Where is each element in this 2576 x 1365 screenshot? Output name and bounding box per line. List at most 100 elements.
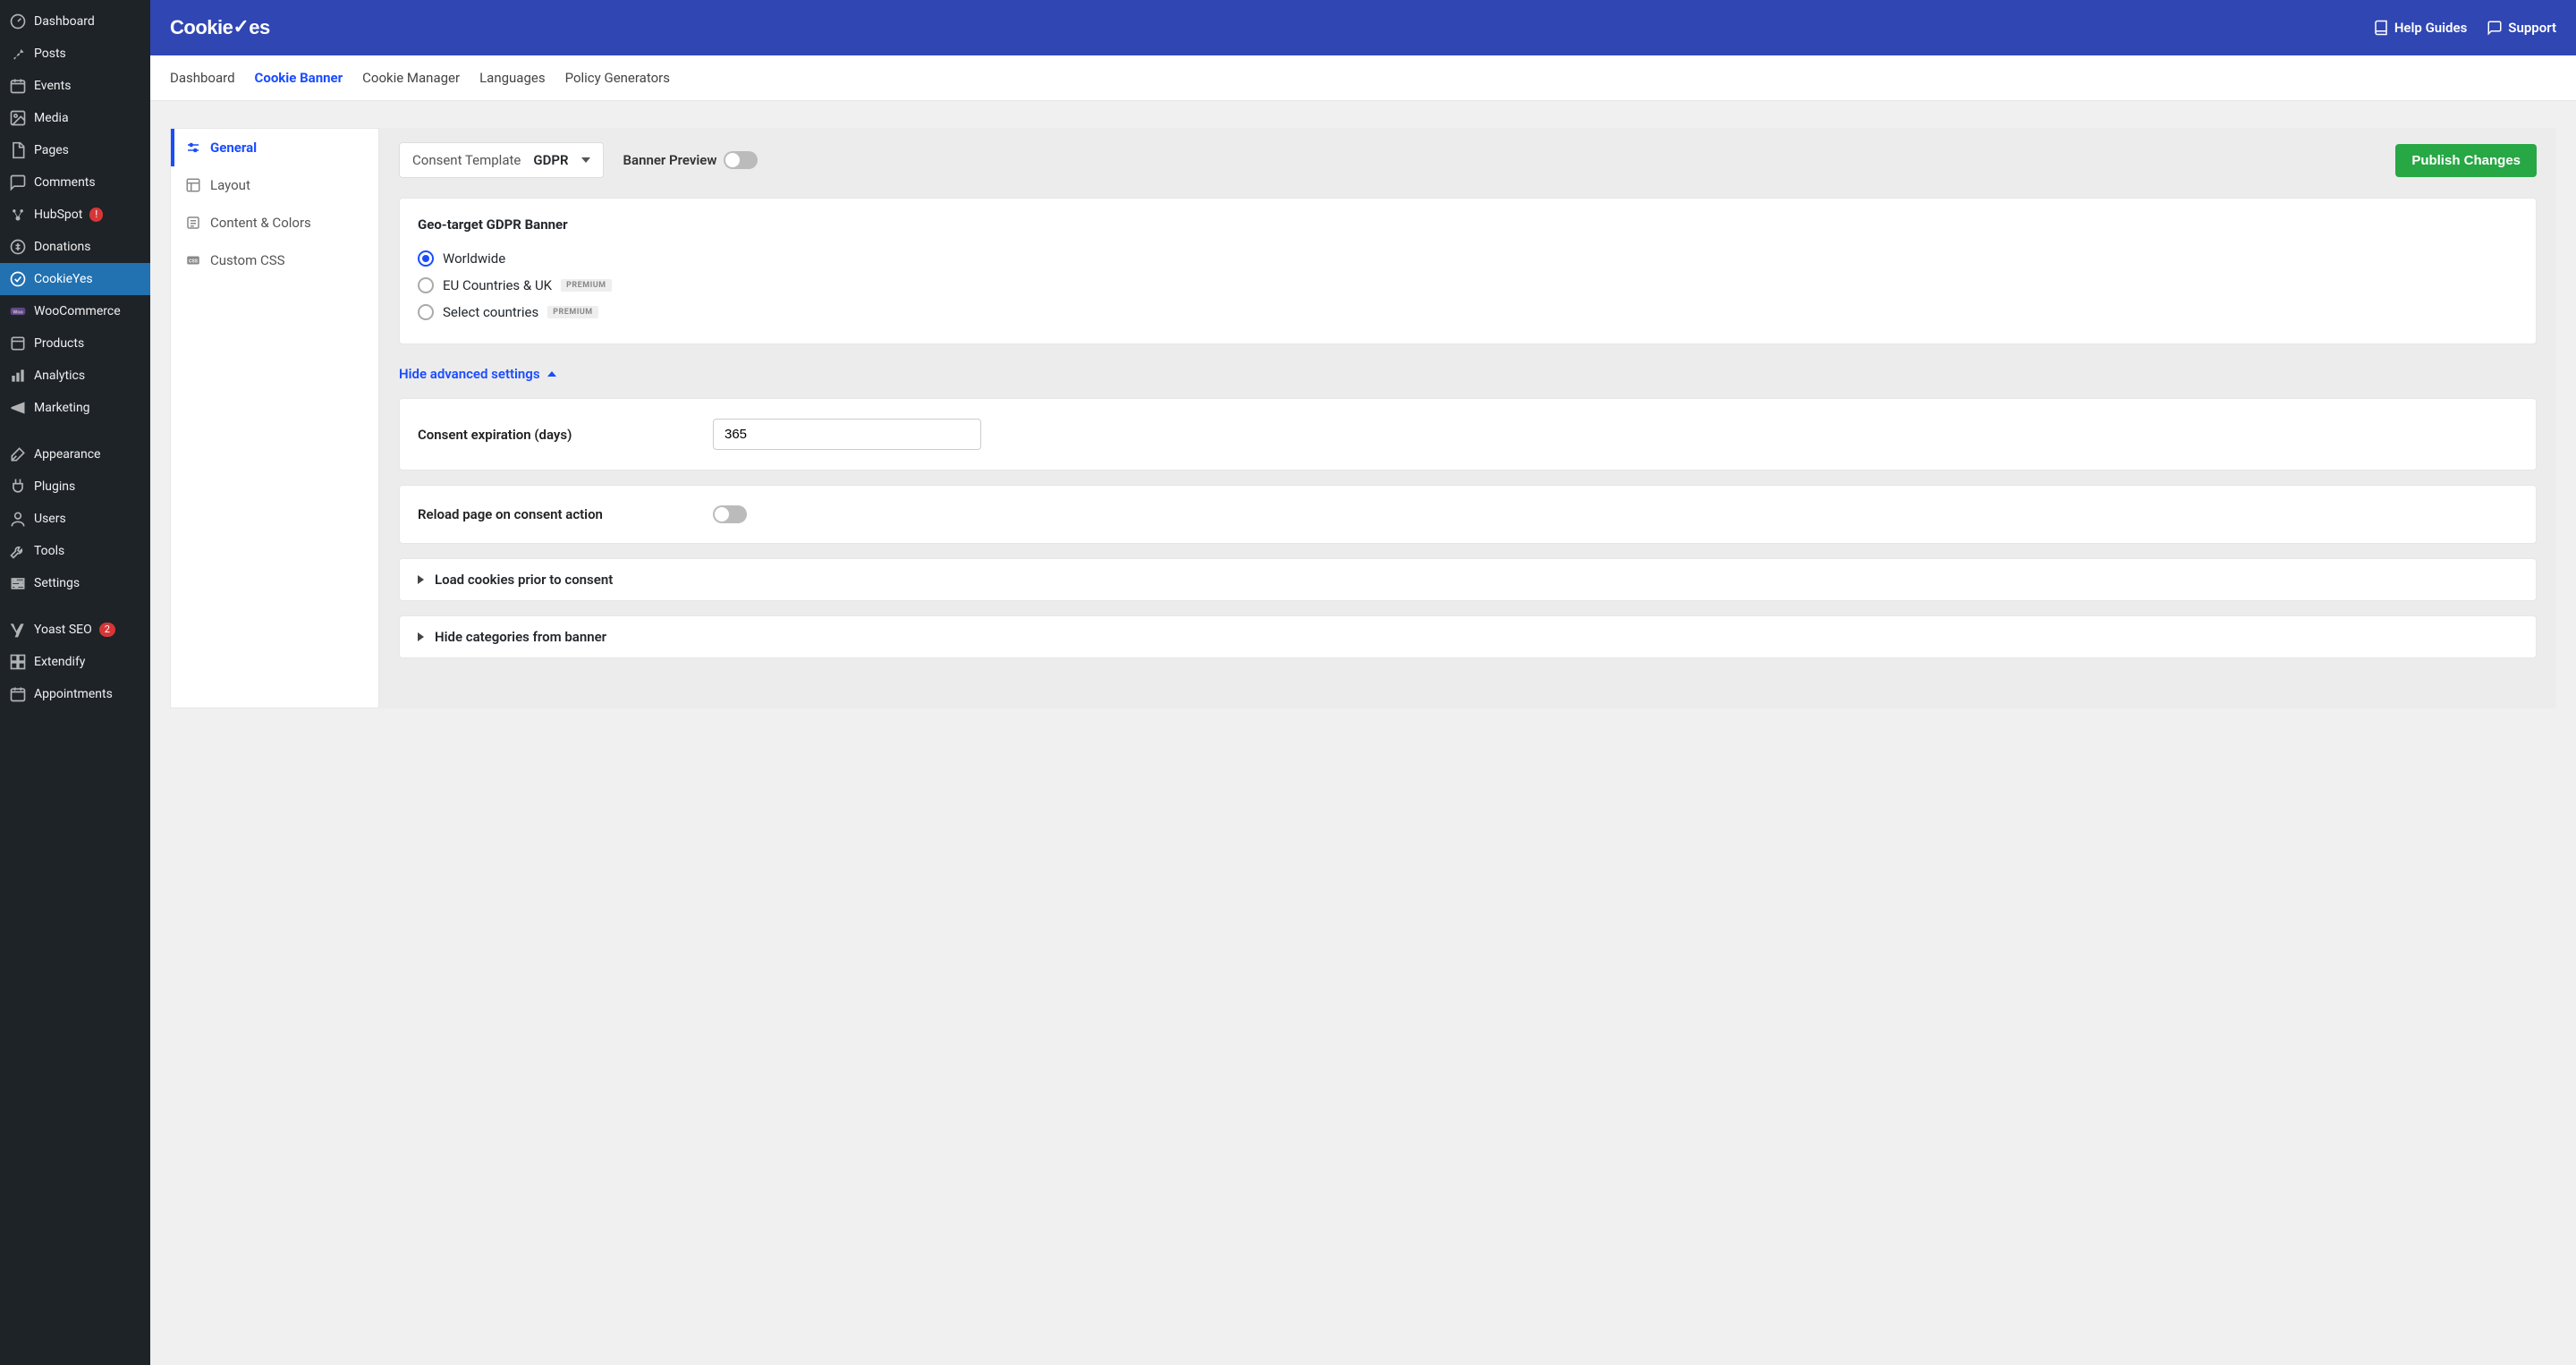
- wp-menu-pages[interactable]: Pages: [0, 134, 150, 166]
- wp-menu-appointments[interactable]: Appointments: [0, 678, 150, 710]
- consent-expiration-row: Consent expiration (days): [399, 398, 2537, 471]
- wp-menu-label: Events: [34, 79, 71, 93]
- load-cookies-row[interactable]: Load cookies prior to consent: [399, 558, 2537, 601]
- subnav-dashboard[interactable]: Dashboard: [170, 68, 235, 88]
- wp-menu-dashboard[interactable]: Dashboard: [0, 5, 150, 38]
- users-icon: [9, 510, 27, 528]
- layout-icon: [185, 177, 201, 193]
- plugins-icon: [9, 478, 27, 496]
- radio-worldwide[interactable]: [418, 250, 434, 267]
- dashboard-icon: [9, 13, 27, 30]
- consent-expiration-input[interactable]: [713, 419, 981, 450]
- media-icon: [9, 109, 27, 127]
- wp-menu-label: HubSpot: [34, 208, 82, 222]
- wp-menu-label: Media: [34, 111, 69, 125]
- comment-icon: [9, 174, 27, 191]
- reload-on-consent-toggle[interactable]: [713, 505, 747, 523]
- section-label: Layout: [210, 177, 250, 193]
- wp-menu-label: Appearance: [34, 447, 100, 462]
- brand-logo: Cookie✓es: [170, 16, 270, 39]
- yoast-icon: [9, 621, 27, 639]
- wp-menu-label: WooCommerce: [34, 304, 121, 318]
- section-layout[interactable]: Layout: [171, 166, 378, 204]
- wp-menu-events[interactable]: Events: [0, 70, 150, 102]
- settings-icon: [9, 574, 27, 592]
- svg-text:Woo: Woo: [13, 310, 23, 316]
- hide-categories-row[interactable]: Hide categories from banner: [399, 615, 2537, 658]
- section-general[interactable]: General: [171, 129, 378, 166]
- publish-changes-button[interactable]: Publish Changes: [2395, 144, 2537, 177]
- cookieyes-icon: [9, 270, 27, 288]
- radio-eu-label: EU Countries & UK: [443, 277, 552, 293]
- notification-badge: 2: [99, 623, 115, 637]
- wp-menu-media[interactable]: Media: [0, 102, 150, 134]
- wp-menu-extendify[interactable]: Extendify: [0, 646, 150, 678]
- wp-menu-label: Yoast SEO: [34, 623, 92, 637]
- css-icon: CSS: [185, 252, 201, 268]
- wp-menu-hubspot[interactable]: HubSpot!: [0, 199, 150, 231]
- wp-menu-label: CookieYes: [34, 272, 93, 286]
- wp-menu-cookieyes[interactable]: CookieYes: [0, 263, 150, 295]
- wp-menu-users[interactable]: Users: [0, 503, 150, 535]
- wp-menu-label: Dashboard: [34, 14, 95, 29]
- wp-menu-label: Analytics: [34, 369, 85, 383]
- wp-menu-plugins[interactable]: Plugins: [0, 471, 150, 503]
- radio-worldwide-label: Worldwide: [443, 250, 505, 267]
- wp-menu-marketing[interactable]: Marketing: [0, 392, 150, 424]
- section-label: Content & Colors: [210, 215, 311, 231]
- wp-menu-label: Settings: [34, 576, 80, 590]
- geo-target-card: Geo-target GDPR Banner Worldwide EU Coun…: [399, 198, 2537, 344]
- help-guides-link[interactable]: Help Guides: [2373, 20, 2467, 36]
- banner-sections-nav: General Layout Content & Colors CSS Custom C…: [170, 128, 379, 708]
- analytics-icon: [9, 367, 27, 385]
- consent-template-dropdown[interactable]: Consent Template GDPR: [399, 142, 604, 178]
- sliders-icon: [185, 140, 201, 156]
- content-icon: [185, 215, 201, 231]
- section-label: Custom CSS: [210, 252, 285, 268]
- subnav-languages[interactable]: Languages: [479, 68, 546, 88]
- wp-menu-woocommerce[interactable]: Woo WooCommerce: [0, 295, 150, 327]
- wp-menu-comments[interactable]: Comments: [0, 166, 150, 199]
- premium-badge: PREMIUM: [547, 306, 597, 318]
- wp-menu-label: Appointments: [34, 687, 113, 701]
- wp-menu-posts[interactable]: Posts: [0, 38, 150, 70]
- wp-menu-analytics[interactable]: Analytics: [0, 360, 150, 392]
- hide-advanced-settings-link[interactable]: Hide advanced settings: [399, 366, 556, 382]
- subnav-policy-generators[interactable]: Policy Generators: [565, 68, 670, 88]
- wp-menu-label: Products: [34, 336, 84, 351]
- products-icon: [9, 335, 27, 352]
- wp-menu-label: Users: [34, 512, 66, 526]
- svg-text:CSS: CSS: [189, 259, 199, 264]
- notification-badge: !: [89, 208, 103, 222]
- appointments-icon: [9, 685, 27, 703]
- radio-eu[interactable]: [418, 277, 434, 293]
- wp-menu-tools[interactable]: Tools: [0, 535, 150, 567]
- geo-target-title: Geo-target GDPR Banner: [418, 216, 2518, 233]
- wp-menu-yoast-seo[interactable]: Yoast SEO 2: [0, 614, 150, 646]
- section-content-colors[interactable]: Content & Colors: [171, 204, 378, 242]
- triangle-right-icon: [418, 632, 424, 641]
- appearance-icon: [9, 445, 27, 463]
- banner-preview-toggle[interactable]: [724, 151, 758, 169]
- wp-menu-donations[interactable]: Donations: [0, 231, 150, 263]
- tools-icon: [9, 542, 27, 560]
- reload-on-consent-row: Reload page on consent action: [399, 485, 2537, 544]
- section-label: General: [210, 140, 257, 156]
- hubspot-icon: [9, 206, 27, 224]
- subnav-cookie-manager[interactable]: Cookie Manager: [362, 68, 460, 88]
- plugin-subnav: Dashboard Cookie Banner Cookie Manager Lang…: [150, 55, 2576, 101]
- banner-preview-label: Banner Preview: [623, 152, 717, 168]
- woo-icon: Woo: [9, 302, 27, 320]
- wp-menu-label: Marketing: [34, 401, 90, 415]
- wp-menu-appearance[interactable]: Appearance: [0, 438, 150, 471]
- subnav-cookie-banner[interactable]: Cookie Banner: [255, 68, 343, 88]
- triangle-right-icon: [418, 575, 424, 584]
- consent-expiration-label: Consent expiration (days): [418, 427, 713, 443]
- wp-menu-settings[interactable]: Settings: [0, 567, 150, 599]
- chevron-down-icon: [581, 157, 590, 163]
- section-custom-css[interactable]: CSS Custom CSS: [171, 242, 378, 279]
- wordpress-sidebar: DashboardPostsEventsMediaPagesCommentsHu…: [0, 0, 150, 1365]
- wp-menu-products[interactable]: Products: [0, 327, 150, 360]
- radio-select-countries[interactable]: [418, 304, 434, 320]
- support-link[interactable]: Support: [2487, 20, 2556, 36]
